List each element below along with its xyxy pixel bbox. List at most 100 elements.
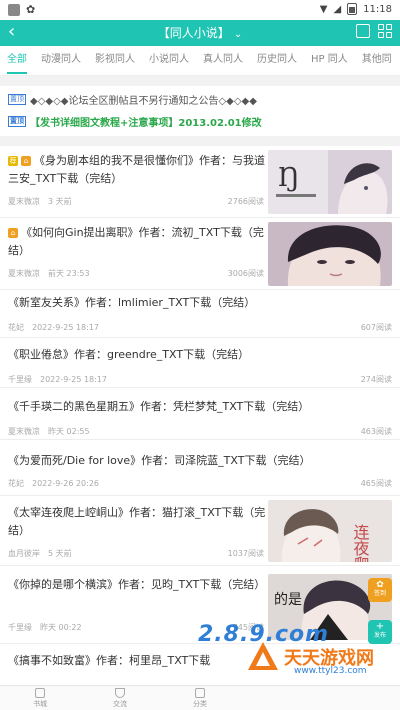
- post-reads: 3006阅读: [227, 269, 264, 278]
- tab-film[interactable]: 影视同人: [88, 46, 142, 74]
- post-author: 夏末微凉: [8, 197, 40, 206]
- status-left: ✿: [8, 3, 35, 16]
- post-thumbnail[interactable]: [268, 222, 392, 286]
- chevron-down-icon: ⌄: [233, 29, 243, 40]
- post-title: 荐 ⌂ 《身为剧本组的我不是很懂你们》作者：与我道三安_TXT下载（完结）: [8, 154, 265, 185]
- post-item[interactable]: ⌂ 《如何向Gin提出离职》作者：流初_TXT下载（完结） 夏末微凉 前天 23:5…: [0, 218, 400, 290]
- post-author: 夏末微凉: [8, 427, 40, 436]
- post-author: 夏末微凉: [8, 269, 40, 278]
- app-status-icon: ✿: [26, 3, 36, 16]
- post-author: 花妃: [8, 323, 24, 332]
- post-title: ⌂ 《如何向Gin提出离职》作者：流初_TXT下载（完结）: [8, 226, 264, 257]
- post-meta: 花妃 2022-9-26 20:26: [8, 478, 107, 489]
- tab-anime[interactable]: 动漫同人: [34, 46, 88, 74]
- nav-categories[interactable]: 分类: [180, 688, 220, 709]
- tab-hp[interactable]: HP 同人: [304, 46, 355, 74]
- post-time: 昨天 00:22: [40, 623, 82, 632]
- post-meta: 夏末微凉 前天 23:53: [8, 268, 98, 279]
- nav-label: 交流: [113, 700, 127, 708]
- post-meta: 血月彼岸 5 天前: [8, 548, 80, 559]
- grid-icon: [195, 688, 205, 698]
- tab-real-person[interactable]: 真人同人: [196, 46, 250, 74]
- signal-icon: ◢: [333, 3, 342, 15]
- divider: [0, 136, 400, 146]
- post-reads: 2766阅读: [227, 197, 264, 206]
- grid-icon[interactable]: [378, 24, 392, 38]
- post-author: 花妃: [8, 479, 24, 488]
- post-item[interactable]: 《为爱而死/Die for love》作者：司泽院蓝_TXT下载（完结） 花妃 2…: [0, 440, 400, 496]
- nav-bookstore[interactable]: 书城: [20, 688, 60, 709]
- post-title: 《千手瑛二的黑色星期五》作者：凭栏梦梵_TXT下载（完结）: [8, 400, 310, 413]
- post-title: 《职业倦怠》作者：greendre_TXT下载（完结）: [8, 348, 250, 361]
- checkin-button[interactable]: ✿ 签到: [368, 578, 392, 602]
- post-time: 5 天前: [48, 549, 72, 558]
- post-title: 《为爱而死/Die for love》作者：司泽院蓝_TXT下载（完结）: [8, 454, 311, 467]
- post-meta: 千里缘 2022-9-25 18:17: [8, 374, 115, 385]
- tab-other[interactable]: 其他同: [355, 46, 399, 74]
- post-title: 《新室友关系》作者：lmlimier_TXT下载（完结）: [8, 296, 256, 309]
- pinned-badge: 置顶: [8, 115, 26, 127]
- post-time: 前天 23:53: [48, 269, 90, 278]
- lock-tag-icon: ⌂: [21, 156, 31, 166]
- notice-item[interactable]: 置顶 【发书详细图文教程+注意事项】2013.02.01修改: [8, 110, 392, 132]
- status-right: ▼ ◢ 11:18: [320, 3, 392, 15]
- post-title: 《太宰连夜爬上崆峒山》作者：猫打滚_TXT下载（完结）: [8, 506, 266, 537]
- status-time: 11:18: [363, 3, 392, 15]
- app-header: ‹ 【同人小说】 ⌄: [0, 20, 400, 46]
- notice-item[interactable]: 置顶 ◆◇◆◇◆论坛全区删帖且不另行通知之公告◇◆◇◆◆: [8, 88, 392, 110]
- nav-community[interactable]: 交流: [100, 688, 140, 709]
- post-time: 2022-9-25 18:17: [32, 323, 99, 332]
- post-reads: 274阅读: [360, 375, 392, 384]
- status-bar: ✿ ▼ ◢ 11:18: [0, 0, 400, 20]
- post-title: 《你掉的是哪个横滨》作者：见昀_TXT下载（完结）: [8, 578, 266, 591]
- nav-label: 书城: [33, 700, 47, 708]
- pinned-badge: 置顶: [8, 93, 26, 105]
- wifi-icon: ▼: [319, 3, 328, 15]
- post-item[interactable]: 《职业倦怠》作者：greendre_TXT下载（完结） 千里缘 2022-9-25…: [0, 338, 400, 388]
- post-meta: 花妃 2022-9-25 18:17: [8, 322, 107, 333]
- post-reads: 607阅读: [360, 323, 392, 332]
- nav-label: 分类: [193, 700, 207, 708]
- tab-history[interactable]: 历史同人: [250, 46, 304, 74]
- post-time: 2022-9-25 18:17: [40, 375, 107, 384]
- page-title-text: 【同人小说】: [157, 26, 230, 40]
- post-thumbnail[interactable]: 连夜爬: [268, 500, 392, 562]
- post-thumbnail[interactable]: Ŋ: [268, 150, 392, 214]
- bottom-nav: 书城 交流 分类: [0, 685, 400, 710]
- home-icon: [35, 688, 45, 698]
- category-tabs: 全部 动漫同人 影视同人 小说同人 真人同人 历史同人 HP 同人 其他同: [0, 46, 400, 76]
- post-reads: 465阅读: [360, 479, 392, 488]
- checkin-label: 签到: [373, 590, 386, 597]
- post-item[interactable]: 荐 ⌂ 《身为剧本组的我不是很懂你们》作者：与我道三安_TXT下载（完结） 夏末微凉…: [0, 146, 400, 218]
- post-author: 千里缘: [8, 375, 32, 384]
- cup-icon: [115, 688, 125, 698]
- post-time: 昨天 02:55: [48, 427, 90, 436]
- divider: [0, 76, 400, 86]
- watermark-url: www.ttyl23.com: [294, 666, 367, 676]
- post-time: 3 天前: [48, 197, 72, 206]
- post-item[interactable]: 《千手瑛二的黑色星期五》作者：凭栏梦梵_TXT下载（完结） 夏末微凉 昨天 02:…: [0, 388, 400, 440]
- svg-text:的是: 的是: [274, 592, 302, 608]
- post-item[interactable]: 《太宰连夜爬上崆峒山》作者：猫打滚_TXT下载（完结） 血月彼岸 5 天前 103…: [0, 496, 400, 566]
- battery-icon: [347, 3, 358, 15]
- notice-text: ◆◇◆◇◆论坛全区删帖且不另行通知之公告◇◆◇◆◆: [30, 95, 257, 107]
- post-item[interactable]: 《新室友关系》作者：lmlimier_TXT下载（完结） 花妃 2022-9-25…: [0, 290, 400, 338]
- tab-all[interactable]: 全部: [0, 46, 34, 74]
- post-time: 2022-9-26 20:26: [32, 479, 99, 488]
- tab-novel[interactable]: 小说同人: [142, 46, 196, 74]
- page-title[interactable]: 【同人小说】 ⌄: [0, 24, 400, 41]
- notification-icon: [8, 3, 20, 16]
- checkin-icon: ✿: [376, 580, 384, 590]
- post-author: 血月彼岸: [8, 549, 40, 558]
- post-meta: 夏末微凉 昨天 02:55: [8, 426, 98, 437]
- watermark-emblem-icon: [248, 642, 278, 670]
- post-author: 千里缘: [8, 623, 32, 632]
- hot-tag-icon: 荐: [8, 156, 18, 166]
- svg-text:连夜爬: 连夜爬: [351, 524, 370, 562]
- watermark: 2.8.9.com 天天游戏网 www.ttyl23.com: [190, 622, 400, 684]
- post-meta: 夏末微凉 3 天前: [8, 196, 80, 207]
- edit-icon[interactable]: [356, 24, 370, 38]
- post-title: 《搞事不如致富》作者：柯里昂_TXT下载: [8, 654, 211, 667]
- post-meta: 千里缘 昨天 00:22: [8, 622, 90, 633]
- lock-tag-icon: ⌂: [8, 228, 18, 238]
